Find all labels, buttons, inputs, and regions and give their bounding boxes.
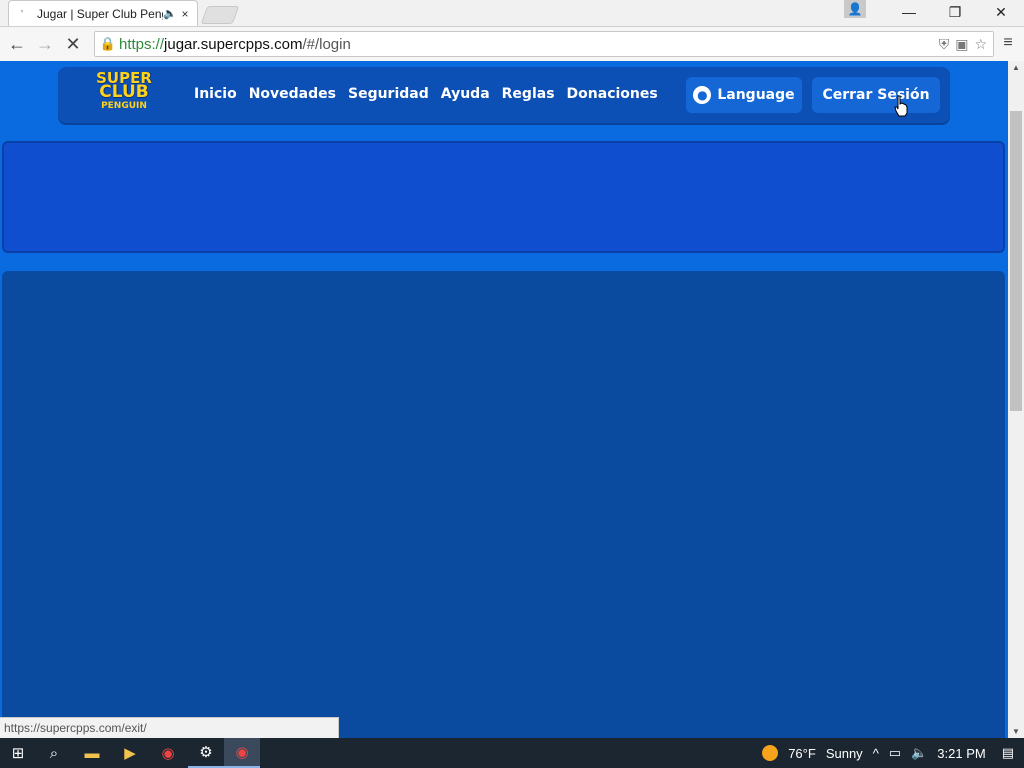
language-button[interactable]: ● Language: [686, 77, 802, 113]
browser-titlebar: ʼ Jugar | Super Club Peng 🔈 × 👤 — ❐ ✕: [0, 0, 1024, 27]
search-icon[interactable]: ⌕: [36, 738, 72, 768]
logo-line-penguin: PENGUIN: [101, 101, 147, 111]
nav-novedades[interactable]: Novedades: [249, 86, 336, 102]
new-tab-button[interactable]: [200, 6, 240, 24]
scroll-down-icon[interactable]: ▼: [1008, 727, 1024, 736]
app-icon[interactable]: ⚙: [188, 738, 224, 768]
logo-line-club: CLUB: [99, 82, 149, 102]
site-logo[interactable]: SUPER CLUB PENGUIN: [94, 71, 154, 119]
translate-icon[interactable]: ▣: [955, 36, 968, 53]
url-scheme: https://: [119, 35, 165, 53]
site-header: SUPER CLUB PENGUIN Inicio Novedades Segu…: [58, 67, 950, 123]
scroll-up-icon[interactable]: ▲: [1008, 63, 1024, 72]
notifications-icon[interactable]: ▤: [1002, 745, 1014, 761]
profile-icon[interactable]: 👤: [844, 0, 866, 18]
network-icon[interactable]: ▭: [889, 745, 901, 761]
clock-time[interactable]: 3:21 PM: [937, 746, 985, 761]
omnibox-actions: ⛨ ▣ ☆: [939, 36, 993, 53]
lock-icon[interactable]: 🔒: [97, 36, 119, 52]
address-bar[interactable]: 🔒 https:// jugar.supercpps.com /#/login …: [94, 31, 994, 57]
logout-label: Cerrar Sesión: [822, 87, 930, 103]
page-viewport: SUPER CLUB PENGUIN Inicio Novedades Segu…: [0, 61, 1008, 738]
chrome-icon[interactable]: ◉: [150, 738, 186, 768]
site-nav: Inicio Novedades Seguridad Ayuda Reglas …: [194, 86, 658, 102]
status-url-bubble: https://supercpps.com/exit/: [0, 717, 339, 738]
browser-tab[interactable]: ʼ Jugar | Super Club Peng 🔈 ×: [8, 0, 198, 26]
weather-temp[interactable]: 76°F: [788, 746, 816, 761]
weather-text[interactable]: Sunny: [826, 746, 863, 761]
game-area-panel[interactable]: [2, 271, 1005, 738]
chrome-active-icon[interactable]: ◉: [224, 738, 260, 768]
bookmark-star-icon[interactable]: ☆: [974, 36, 987, 53]
window-controls: 👤 — ❐ ✕: [844, 0, 1024, 26]
windows-taskbar: ⊞ ⌕ ▬ ▶ ◉ ⚙ ◉ 76°F Sunny ^ ▭ 🔈 3:21 PM ▤: [0, 738, 1024, 768]
top-banner-panel: [2, 141, 1005, 253]
globe-icon: ●: [693, 86, 712, 104]
tab-close-icon[interactable]: ×: [177, 7, 193, 21]
page-scrollbar[interactable]: ▲ ▼: [1008, 61, 1024, 738]
browser-toolbar: ← → ✕ 🔒 https:// jugar.supercpps.com /#/…: [0, 27, 1024, 62]
windows-start-icon[interactable]: ⊞: [0, 738, 36, 768]
tray-chevron-icon[interactable]: ^: [873, 746, 879, 761]
back-arrow-icon[interactable]: ←: [6, 33, 28, 55]
close-window-button[interactable]: ✕: [978, 0, 1024, 24]
nav-reglas[interactable]: Reglas: [502, 86, 555, 102]
system-tray: 76°F Sunny ^ ▭ 🔈 3:21 PM ▤: [762, 738, 1024, 768]
restore-button[interactable]: ❐: [932, 0, 978, 24]
shield-icon[interactable]: ⛨: [939, 36, 950, 53]
forward-arrow-icon[interactable]: →: [34, 33, 56, 55]
language-label: Language: [717, 87, 795, 103]
logout-button[interactable]: Cerrar Sesión: [812, 77, 940, 113]
scrollbar-thumb[interactable]: [1010, 111, 1022, 411]
nav-donaciones[interactable]: Donaciones: [567, 86, 658, 102]
file-explorer-icon[interactable]: ▬: [74, 738, 110, 768]
hand-cursor-icon: [894, 95, 908, 117]
url-host: jugar.supercpps.com: [164, 35, 303, 53]
speaker-icon[interactable]: 🔈: [163, 7, 177, 20]
weather-sun-icon[interactable]: [762, 745, 779, 761]
url-path: /#/login: [302, 35, 351, 53]
volume-icon[interactable]: 🔈: [911, 745, 927, 761]
nav-seguridad[interactable]: Seguridad: [348, 86, 429, 102]
menu-hamburger-icon[interactable]: ≡: [1000, 35, 1016, 51]
stop-loading-icon[interactable]: ✕: [62, 33, 84, 55]
tab-title: Jugar | Super Club Peng: [37, 6, 163, 21]
nav-ayuda[interactable]: Ayuda: [441, 86, 490, 102]
nav-inicio[interactable]: Inicio: [194, 86, 237, 102]
loading-favicon-icon: ʼ: [21, 8, 23, 19]
media-player-icon[interactable]: ▶: [112, 738, 148, 768]
minimize-button[interactable]: —: [886, 0, 932, 24]
